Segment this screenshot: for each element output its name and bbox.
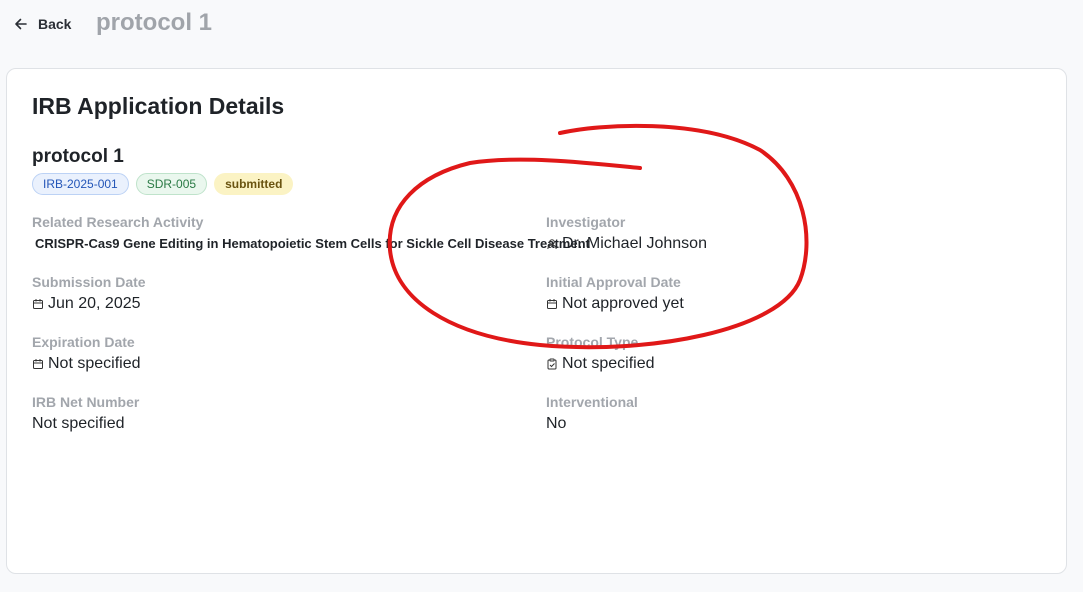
protocol-type-value: Not specified [562,355,655,372]
user-icon [547,239,557,250]
submission-date-value: Jun 20, 2025 [48,295,141,312]
initial-approval-date-field: Initial Approval Date Not approved yet [546,273,684,314]
initial-approval-date-row: Not approved yet [546,294,684,314]
calendar-icon [33,359,43,369]
page-title: protocol 1 [96,9,213,36]
irb-net-number-field: IRB Net Number Not specified [32,393,139,434]
protocol-type-label: Protocol Type [546,334,639,350]
submission-date-label: Submission Date [32,274,146,290]
calendar-icon [33,299,43,309]
irb-net-number-value: Not specified [32,415,125,432]
expiration-date-label: Expiration Date [32,334,135,350]
back-label: Back [38,16,72,32]
interventional-field: Interventional No [546,393,638,434]
card-title: IRB Application Details [32,93,285,119]
protocol-type-field: Protocol Type Not specified [546,333,655,374]
badge-row: IRB-2025-001 SDR-005 submitted [32,173,294,195]
irb-number-badge: IRB-2025-001 [32,173,129,195]
interventional-label: Interventional [546,394,638,410]
status-badge: submitted [214,173,294,195]
back-button[interactable]: Back [14,12,71,36]
interventional-value: No [546,415,567,432]
clipboard-icon [547,358,557,370]
irb-details-card: IRB Application Details protocol 1 IRB-2… [6,68,1067,574]
initial-approval-date-value: Not approved yet [562,295,684,312]
sdr-badge: SDR-005 [135,173,208,195]
investigator-row: Dr. Michael Johnson [546,234,707,254]
related-activity-field: Related Research Activity CRISPR-Cas9 Ge… [32,213,590,254]
expiration-date-field: Expiration Date Not specified [32,333,141,374]
initial-approval-date-label: Initial Approval Date [546,274,681,290]
related-activity-label: Related Research Activity [32,214,204,230]
protocol-name: protocol 1 [32,146,124,167]
investigator-value: Dr. Michael Johnson [562,235,707,252]
top-bar: Back protocol 1 [0,0,1083,52]
expiration-date-value: Not specified [48,355,141,372]
irb-net-number-label: IRB Net Number [32,394,140,410]
submission-date-row: Jun 20, 2025 [32,294,146,314]
expiration-date-row: Not specified [32,354,141,374]
related-activity-link[interactable]: CRISPR-Cas9 Gene Editing in Hematopoieti… [32,234,590,254]
calendar-icon [547,299,557,309]
submission-date-field: Submission Date Jun 20, 2025 [32,273,146,314]
investigator-field: Investigator Dr. Michael Johnson [546,213,707,254]
related-activity-value[interactable]: CRISPR-Cas9 Gene Editing in Hematopoieti… [35,234,590,254]
protocol-type-row: Not specified [546,354,655,374]
investigator-label: Investigator [546,214,626,230]
arrow-left-icon [15,18,27,30]
